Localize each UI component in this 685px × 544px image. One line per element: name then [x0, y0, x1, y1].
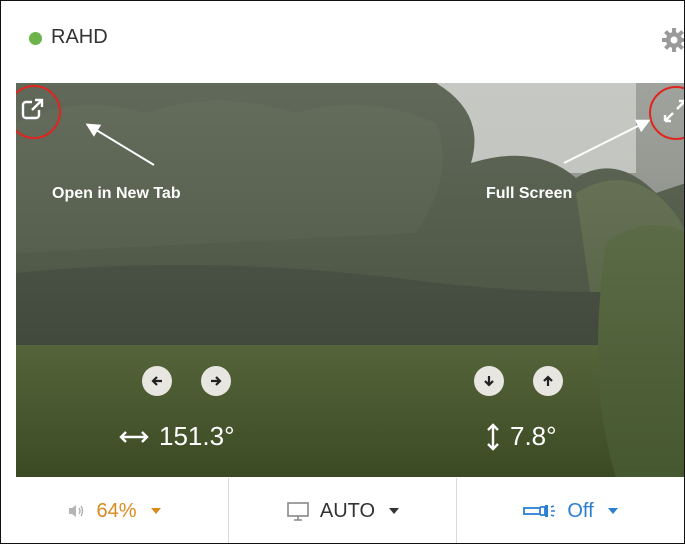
chevron-down-icon: [389, 508, 400, 514]
arrow-right-icon: [211, 376, 222, 386]
vertical-arrows-icon: [487, 422, 499, 451]
camera-view[interactable]: Open in New Tab Full Screen 151.3° 7.8°: [16, 83, 684, 477]
gear-icon[interactable]: [661, 27, 684, 53]
chevron-down-icon: [150, 508, 161, 514]
annotation-open-new-tab: Open in New Tab: [52, 185, 181, 202]
floodlight-control[interactable]: Off: [456, 478, 684, 543]
floodlight-value: Off: [567, 499, 594, 522]
horizontal-arrows-icon: [119, 430, 149, 443]
monitor-icon: [287, 502, 309, 521]
camera-name: RAHD: [51, 26, 108, 48]
tilt-angle: 7.8°: [510, 421, 557, 451]
pan-right-button[interactable]: [201, 366, 231, 396]
pan-angle: 151.3°: [159, 421, 235, 451]
speaker-icon: [69, 505, 84, 517]
chevron-down-icon: [607, 508, 618, 514]
display-mode-control[interactable]: AUTO: [228, 478, 456, 543]
pan-left-button[interactable]: [142, 366, 172, 396]
widget-header: RAHD: [1, 1, 684, 81]
tilt-up-button[interactable]: [533, 366, 563, 396]
tilt-readout: 7.8°: [486, 421, 557, 452]
online-status-dot: [29, 32, 42, 45]
tilt-down-button[interactable]: [474, 366, 504, 396]
arrow-left-icon: [151, 376, 162, 386]
camera-widget: RAHD Open in New Tab Full Screen 151.3° …: [0, 0, 685, 544]
arrow-down-icon: [484, 376, 494, 387]
control-bar: 64% AUTO Off: [1, 478, 684, 543]
annotation-arrows: [85, 119, 651, 166]
display-mode-value: AUTO: [319, 499, 376, 522]
arrow-up-icon: [543, 375, 553, 386]
volume-control[interactable]: 64%: [1, 478, 228, 543]
floodlight-icon: [523, 505, 556, 517]
pan-readout: 151.3°: [119, 421, 234, 452]
annotation-full-screen: Full Screen: [486, 185, 573, 202]
volume-value: 64%: [96, 499, 137, 522]
